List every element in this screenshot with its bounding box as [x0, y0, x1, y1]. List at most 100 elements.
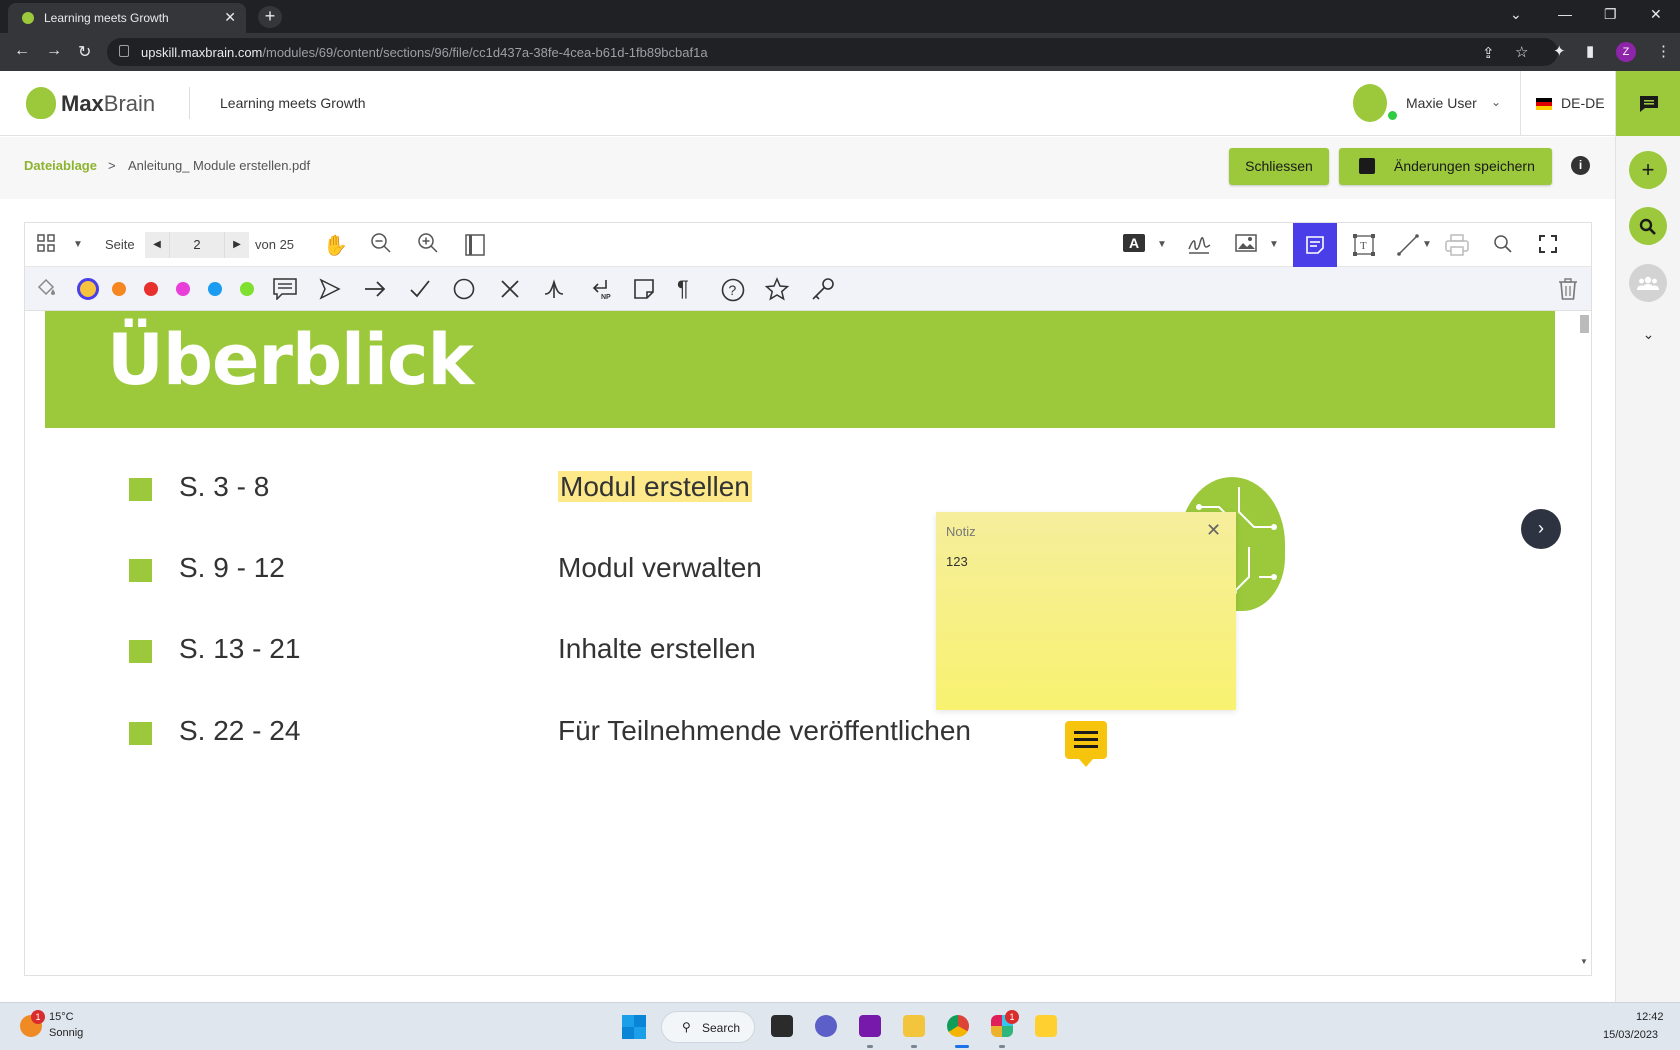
color-swatch-green[interactable]: [240, 282, 254, 296]
cross-icon[interactable]: [499, 278, 521, 306]
sticky-note-tool-active-icon[interactable]: [1293, 223, 1337, 267]
weather-description[interactable]: Sonnig: [49, 1027, 83, 1039]
highlighted-topic[interactable]: Modul erstellen: [558, 471, 752, 502]
arrow-right-icon[interactable]: [364, 278, 386, 306]
note-textarea[interactable]: 123: [946, 554, 968, 569]
file-explorer-icon[interactable]: [903, 1015, 925, 1037]
sticky-note-icon[interactable]: [633, 278, 655, 306]
insert-text-caret-icon[interactable]: [543, 278, 565, 306]
image-insert-icon[interactable]: [1235, 234, 1257, 257]
search-icon[interactable]: [1629, 207, 1667, 245]
key-icon[interactable]: [811, 278, 835, 306]
zoom-in-icon[interactable]: [417, 232, 439, 259]
reload-icon[interactable]: ↻: [78, 42, 91, 62]
tab-close-icon[interactable]: ✕: [224, 9, 236, 26]
bookmark-star-icon[interactable]: ☆: [1515, 43, 1528, 61]
text-tool-dropdown-icon[interactable]: ▼: [1157, 239, 1167, 250]
trash-icon[interactable]: [1558, 278, 1578, 306]
line-tool-icon[interactable]: [1397, 234, 1419, 261]
user-name[interactable]: Maxie User: [1406, 95, 1477, 111]
checkmark-icon[interactable]: [409, 278, 431, 306]
new-tab-button[interactable]: +: [258, 6, 282, 28]
scrollbar-thumb[interactable]: [1580, 315, 1589, 333]
chrome-menu-icon[interactable]: ⋮: [1656, 42, 1671, 60]
zoom-out-icon[interactable]: [370, 232, 392, 259]
color-swatch-magenta[interactable]: [176, 282, 190, 296]
participants-group-icon[interactable]: [1629, 264, 1667, 302]
next-page-arrow-icon[interactable]: ›: [1521, 509, 1561, 549]
back-icon[interactable]: ←: [14, 42, 30, 60]
next-page-icon[interactable]: ▶: [225, 232, 249, 258]
add-icon[interactable]: +: [1629, 151, 1667, 189]
star-icon[interactable]: [764, 277, 790, 307]
color-swatch-yellow[interactable]: [77, 278, 99, 300]
clock-time[interactable]: 12:42: [1636, 1011, 1664, 1023]
topic-text: Inhalte erstellen: [558, 633, 756, 664]
share-icon[interactable]: ⇪: [1482, 44, 1495, 62]
maxbrain-logo-text[interactable]: MaxBrain: [61, 91, 155, 117]
task-view-icon[interactable]: [771, 1015, 793, 1037]
tab-search-chevron-icon[interactable]: ⌄: [1510, 6, 1522, 23]
thumbnails-grid-icon[interactable]: [37, 234, 55, 257]
pan-hand-icon[interactable]: ✋: [323, 233, 348, 258]
previous-page-icon[interactable]: ◀: [145, 232, 169, 258]
paint-bucket-icon[interactable]: [35, 277, 57, 305]
color-swatch-red[interactable]: [144, 282, 158, 296]
note-annotation-marker-icon[interactable]: [1065, 721, 1107, 759]
sticky-note-popup[interactable]: Notiz ✕ 123: [936, 512, 1236, 710]
active-app-indicator: [955, 1045, 969, 1048]
signature-icon[interactable]: [1187, 233, 1211, 260]
onenote-icon[interactable]: [859, 1015, 881, 1037]
color-swatch-blue[interactable]: [208, 282, 222, 296]
profile-avatar[interactable]: Z: [1616, 42, 1636, 62]
windows-start-icon[interactable]: [622, 1015, 646, 1039]
pdf-page[interactable]: Überblick S. 3 - 8 Modul erstellen S. 9 …: [25, 311, 1591, 975]
comment-icon[interactable]: [273, 278, 297, 306]
weather-temperature[interactable]: 15°C: [49, 1011, 74, 1023]
chat-icon[interactable]: [1616, 71, 1680, 136]
send-arrow-icon[interactable]: [319, 278, 341, 306]
miro-icon[interactable]: [1035, 1015, 1057, 1037]
search-document-icon[interactable]: [1493, 234, 1513, 259]
note-close-icon[interactable]: ✕: [1206, 520, 1221, 541]
teams-chat-icon[interactable]: [815, 1015, 837, 1037]
expand-chevron-icon[interactable]: ⌄: [1616, 326, 1680, 343]
svg-text:?: ?: [729, 282, 737, 298]
scroll-down-icon[interactable]: ▼: [1580, 957, 1588, 966]
minimize-icon[interactable]: —: [1558, 6, 1572, 22]
clock-date[interactable]: 15/03/2023: [1603, 1029, 1658, 1041]
paragraph-icon[interactable]: ¶: [677, 276, 689, 302]
browser-tab[interactable]: Learning meets Growth ✕: [8, 3, 246, 33]
info-icon[interactable]: i: [1571, 156, 1590, 175]
new-paragraph-icon[interactable]: NP: [588, 278, 614, 306]
bullet-square: [129, 640, 152, 663]
header-divider: [1520, 71, 1521, 136]
help-question-icon[interactable]: ?: [721, 278, 745, 308]
breadcrumb-root-link[interactable]: Dateiablage: [24, 158, 97, 173]
print-icon[interactable]: [1445, 234, 1469, 261]
fullscreen-icon[interactable]: [1539, 235, 1557, 258]
taskbar-search[interactable]: ⚲ Search: [661, 1011, 755, 1043]
save-changes-button[interactable]: Änderungen speichern: [1339, 148, 1552, 185]
forward-icon[interactable]: →: [46, 42, 62, 60]
extensions-icon[interactable]: ✦: [1553, 42, 1566, 60]
text-box-icon[interactable]: T: [1352, 233, 1376, 262]
close-button[interactable]: Schliessen: [1229, 148, 1329, 185]
language-selector[interactable]: DE-DE: [1561, 95, 1605, 111]
chrome-icon[interactable]: [947, 1015, 969, 1037]
restore-icon[interactable]: ❐: [1604, 6, 1617, 23]
circle-icon[interactable]: [453, 278, 475, 306]
document-scrollbar[interactable]: [1578, 311, 1590, 975]
page-layout-icon[interactable]: [465, 234, 485, 261]
thumbnails-dropdown-icon[interactable]: ▼: [73, 239, 83, 250]
line-tool-dropdown-icon[interactable]: ▼: [1422, 239, 1432, 250]
text-annotation-icon[interactable]: A: [1123, 233, 1145, 258]
user-menu-chevron-icon[interactable]: ⌄: [1491, 95, 1501, 109]
color-swatch-orange[interactable]: [112, 282, 126, 296]
user-avatar[interactable]: [1353, 84, 1387, 122]
image-tool-dropdown-icon[interactable]: ▼: [1269, 239, 1279, 250]
side-panel-icon[interactable]: ▮: [1586, 42, 1594, 60]
address-bar[interactable]: upskill.maxbrain.com/modules/69/content/…: [107, 38, 1558, 66]
window-close-icon[interactable]: ✕: [1650, 6, 1662, 23]
page-number-input[interactable]: 2: [169, 232, 225, 258]
